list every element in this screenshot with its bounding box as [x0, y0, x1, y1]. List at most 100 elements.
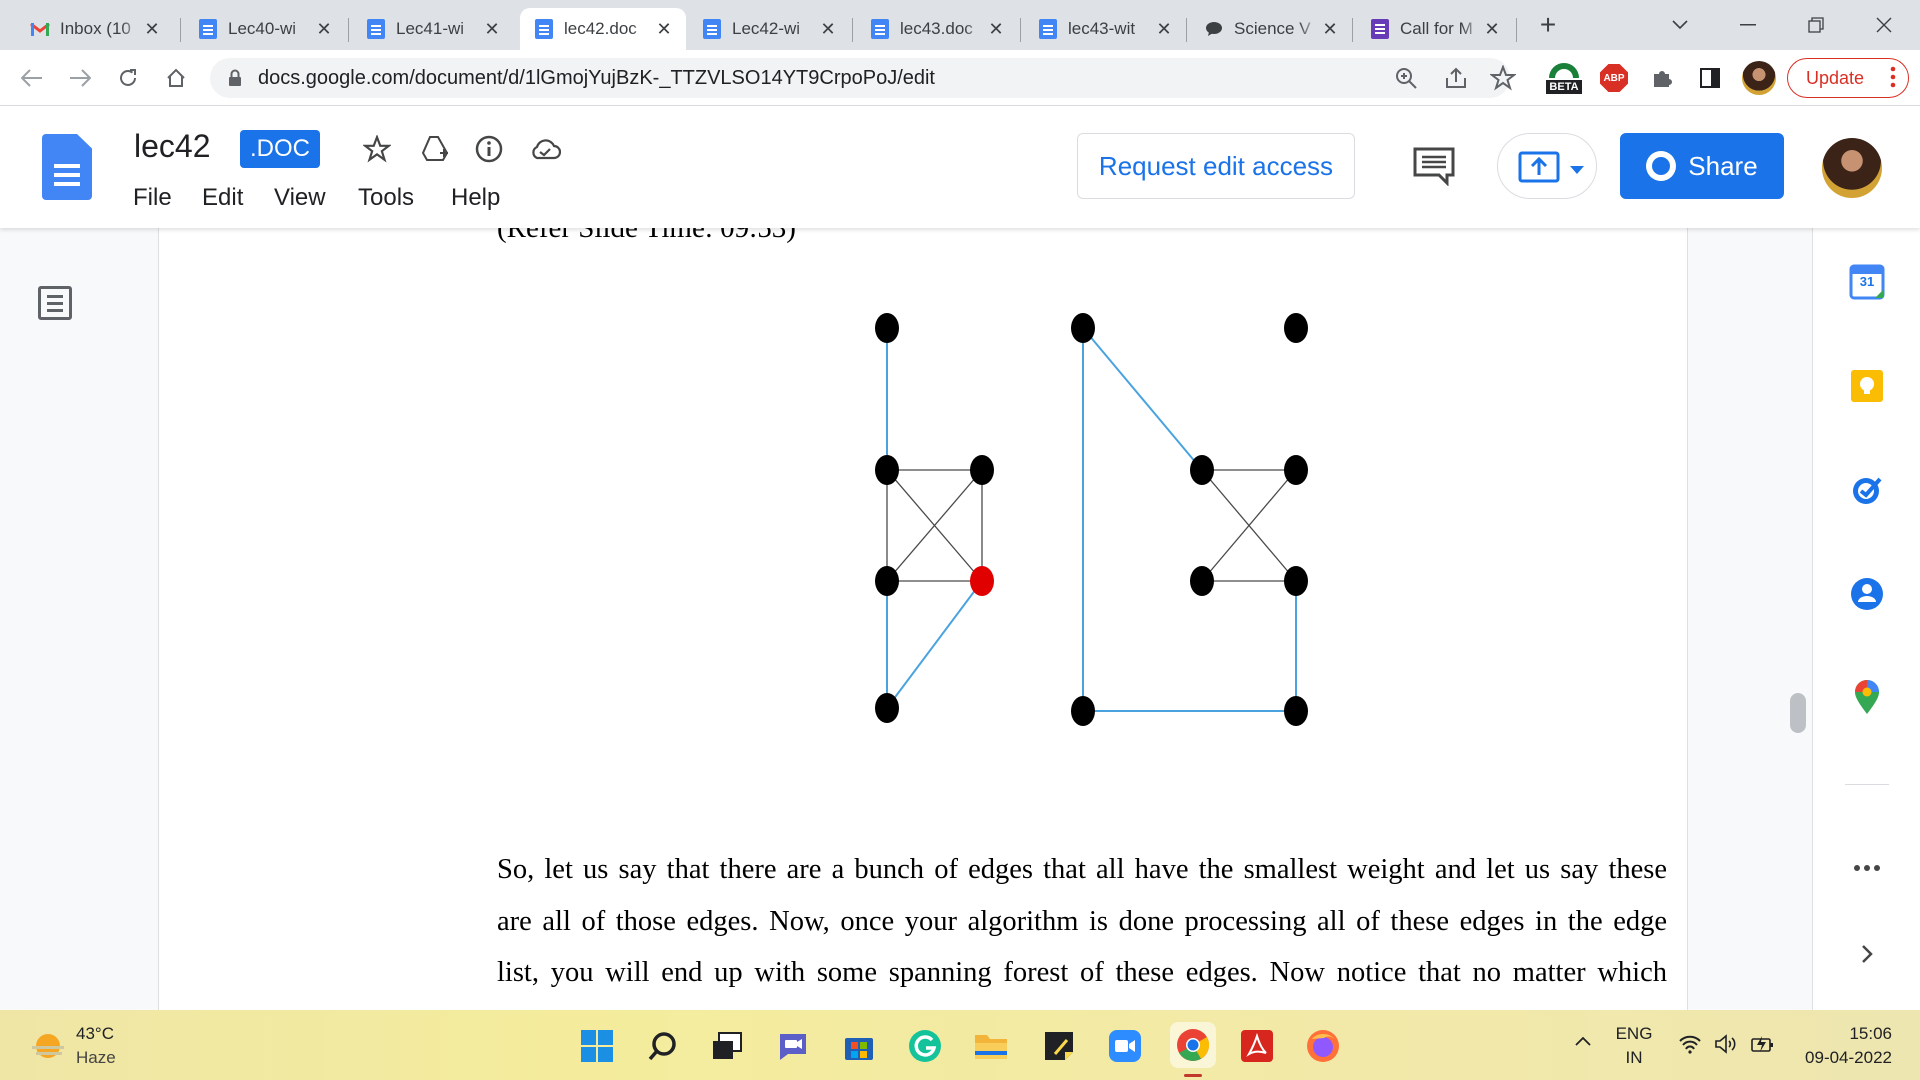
language-code[interactable]: ENG [1614, 1024, 1654, 1044]
back-icon[interactable] [14, 60, 50, 96]
share-button[interactable]: Share [1620, 133, 1784, 199]
close-tab-icon[interactable]: ✕ [482, 19, 502, 40]
more-icon[interactable] [1849, 850, 1885, 886]
document-title[interactable]: lec42 [134, 128, 211, 165]
update-button[interactable]: Update [1787, 58, 1909, 98]
tab-lec41[interactable]: Lec41-wi ✕ [352, 8, 514, 50]
clock-time[interactable]: 15:06 [1800, 1024, 1892, 1044]
close-tab-icon[interactable]: ✕ [654, 19, 674, 40]
tab-call-for[interactable]: Call for M ✕ [1356, 8, 1514, 50]
add-to-drive-icon[interactable] [418, 132, 452, 166]
close-tab-icon[interactable]: ✕ [1320, 19, 1340, 40]
tab-divider [852, 18, 853, 42]
wifi-icon[interactable] [1678, 1034, 1702, 1059]
tab-strip: Inbox (10 ✕ Lec40-wi ✕ Lec41-wi ✕ lec42.… [0, 0, 1920, 50]
calendar-icon[interactable]: 31 [1849, 264, 1885, 300]
tab-lec43-wit[interactable]: lec43-wit ✕ [1024, 8, 1186, 50]
restore-icon[interactable] [1786, 8, 1846, 42]
tray-chevron-up-icon[interactable] [1574, 1034, 1592, 1052]
tab-lec42-active[interactable]: lec42.doc ✕ [520, 8, 686, 50]
keep-icon[interactable] [1849, 368, 1885, 404]
beta-label: BETA [1546, 80, 1582, 94]
tab-science[interactable]: Science V ✕ [1190, 8, 1352, 50]
share-label: Share [1688, 150, 1758, 181]
account-avatar[interactable] [1822, 138, 1882, 198]
home-icon[interactable] [158, 60, 194, 96]
share-page-icon[interactable] [1444, 66, 1468, 95]
request-edit-access-button[interactable]: Request edit access [1077, 133, 1355, 199]
tab-title: lec42.doc [564, 19, 637, 38]
menu-edit[interactable]: Edit [202, 184, 243, 212]
vertical-scrollbar[interactable] [1790, 693, 1806, 733]
chrome-icon[interactable] [1170, 1022, 1216, 1068]
adblock-icon[interactable]: ABP [1600, 64, 1628, 92]
address-bar[interactable]: docs.google.com/document/d/1lGmojYujBzK-… [210, 58, 1517, 98]
tab-lec43[interactable]: lec43.doc ✕ [856, 8, 1018, 50]
docs-logo-icon[interactable] [42, 134, 92, 200]
weather-icon[interactable] [30, 1032, 66, 1060]
volume-icon[interactable] [1714, 1034, 1738, 1059]
close-window-icon[interactable] [1854, 8, 1914, 42]
maps-icon[interactable] [1849, 680, 1885, 716]
search-icon[interactable] [644, 1027, 682, 1065]
teams-chat-icon[interactable] [774, 1027, 812, 1065]
close-tab-icon[interactable]: ✕ [1482, 19, 1502, 40]
tab-search-chevron-icon[interactable] [1650, 8, 1710, 42]
zoom-app-icon[interactable] [1106, 1027, 1144, 1065]
update-label: Update [1806, 67, 1865, 88]
acrobat-icon[interactable] [1238, 1027, 1276, 1065]
windows-taskbar: 43°C Haze ENG IN 15:06 09-04-2022 [0, 1010, 1920, 1080]
tab-inbox[interactable]: Inbox (10 ✕ [16, 8, 174, 50]
graph-figure [875, 313, 1308, 726]
close-tab-icon[interactable]: ✕ [142, 19, 162, 40]
document-details-icon[interactable] [472, 132, 506, 166]
start-icon[interactable] [578, 1027, 616, 1065]
docs-icon [198, 19, 218, 39]
side-panel-icon[interactable] [1692, 60, 1728, 96]
present-button[interactable] [1497, 133, 1597, 199]
contacts-icon[interactable] [1849, 576, 1885, 612]
tab-lec40[interactable]: Lec40-wi ✕ [184, 8, 346, 50]
docs-icon [870, 19, 890, 39]
tab-lec42-wi[interactable]: Lec42-wi ✕ [688, 8, 850, 50]
menu-help[interactable]: Help [451, 184, 500, 212]
task-view-icon[interactable] [708, 1027, 746, 1065]
browser-toolbar: docs.google.com/document/d/1lGmojYujBzK-… [0, 50, 1920, 106]
close-tab-icon[interactable]: ✕ [818, 19, 838, 40]
sticky-notes-icon[interactable] [1040, 1027, 1078, 1065]
document-canvas: (Refer Slide Time: 09:53) So, let us say… [0, 228, 1920, 1010]
forward-icon[interactable] [62, 60, 98, 96]
close-tab-icon[interactable]: ✕ [1154, 19, 1174, 40]
paragraph-line: are all of those edges. Now, once your a… [497, 905, 1667, 937]
cloud-saved-icon[interactable] [528, 132, 562, 166]
zoom-icon[interactable] [1394, 66, 1418, 95]
grammarly-icon[interactable] [906, 1027, 944, 1065]
close-tab-icon[interactable]: ✕ [314, 19, 334, 40]
weather-temperature: 43°C [76, 1024, 114, 1043]
extensions-puzzle-icon[interactable] [1644, 60, 1680, 96]
comments-icon[interactable] [1412, 146, 1456, 187]
close-tab-icon[interactable]: ✕ [986, 19, 1006, 40]
menu-file[interactable]: File [133, 184, 172, 212]
expand-icon[interactable] [1849, 936, 1885, 972]
store-icon[interactable] [840, 1027, 878, 1065]
tasks-icon[interactable] [1849, 472, 1885, 508]
browser-profile-avatar[interactable] [1742, 61, 1776, 95]
battery-charging-icon[interactable] [1750, 1034, 1776, 1059]
chat-icon [1204, 19, 1224, 39]
menu-view[interactable]: View [274, 184, 326, 212]
menu-tools[interactable]: Tools [358, 184, 414, 212]
reload-icon[interactable] [110, 60, 146, 96]
body-paragraph: So, let us say that there are a bunch of… [497, 844, 1667, 999]
tab-divider [1186, 18, 1187, 42]
tab-divider [1020, 18, 1021, 42]
document-outline-icon[interactable] [38, 286, 72, 320]
star-icon[interactable] [360, 132, 394, 166]
bookmark-star-icon[interactable] [1489, 64, 1517, 96]
minimize-icon[interactable] [1718, 8, 1778, 42]
beta-extension-icon[interactable]: BETA [1546, 58, 1582, 98]
new-tab-icon[interactable]: + [1520, 8, 1576, 42]
file-explorer-icon[interactable] [972, 1027, 1010, 1065]
firefox-icon[interactable] [1304, 1027, 1342, 1065]
forms-icon [1370, 19, 1390, 39]
